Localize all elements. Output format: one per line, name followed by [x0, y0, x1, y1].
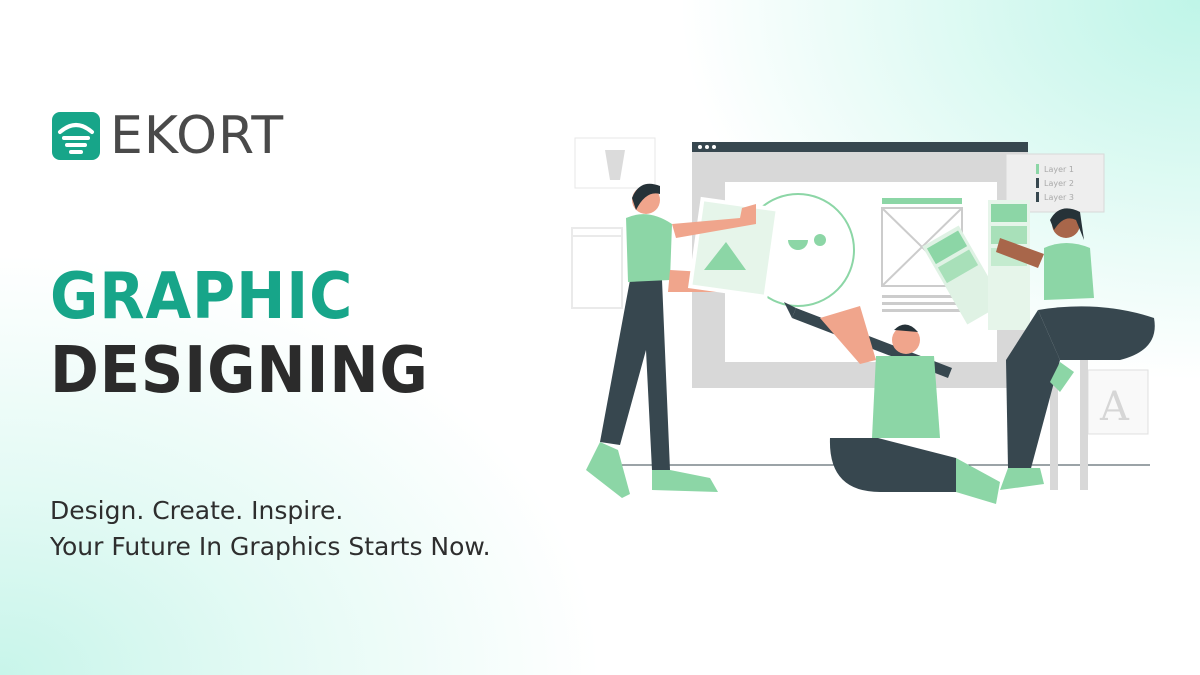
pen-tool-icon — [574, 137, 656, 189]
specimen-letter: A — [1099, 384, 1130, 430]
headline: GRAPHIC DESIGNING — [50, 260, 462, 408]
font-specimen: A — [1087, 369, 1149, 435]
graphic-design-illustration: Layer 1 Layer 2 Layer 3 A — [571, 137, 1155, 504]
layer-2-label: Layer 2 — [1044, 179, 1074, 188]
layer-1-label: Layer 1 — [1044, 165, 1074, 174]
tagline: Design. Create. Inspire. Your Future In … — [50, 493, 491, 565]
brand-logo: EKORT — [52, 106, 285, 166]
brand-name: EKORT — [110, 106, 285, 166]
headline-line-1: GRAPHIC — [50, 260, 354, 334]
headline-line-2: DESIGNING — [50, 334, 429, 408]
layer-3-label: Layer 3 — [1044, 193, 1074, 202]
small-window-icon — [571, 227, 623, 309]
tagline-line-1: Design. Create. Inspire. — [50, 496, 344, 525]
wifi-signal-logo-icon — [52, 112, 100, 160]
tagline-line-2: Your Future In Graphics Starts Now. — [50, 532, 491, 561]
woman-holding-swatches — [996, 208, 1155, 490]
